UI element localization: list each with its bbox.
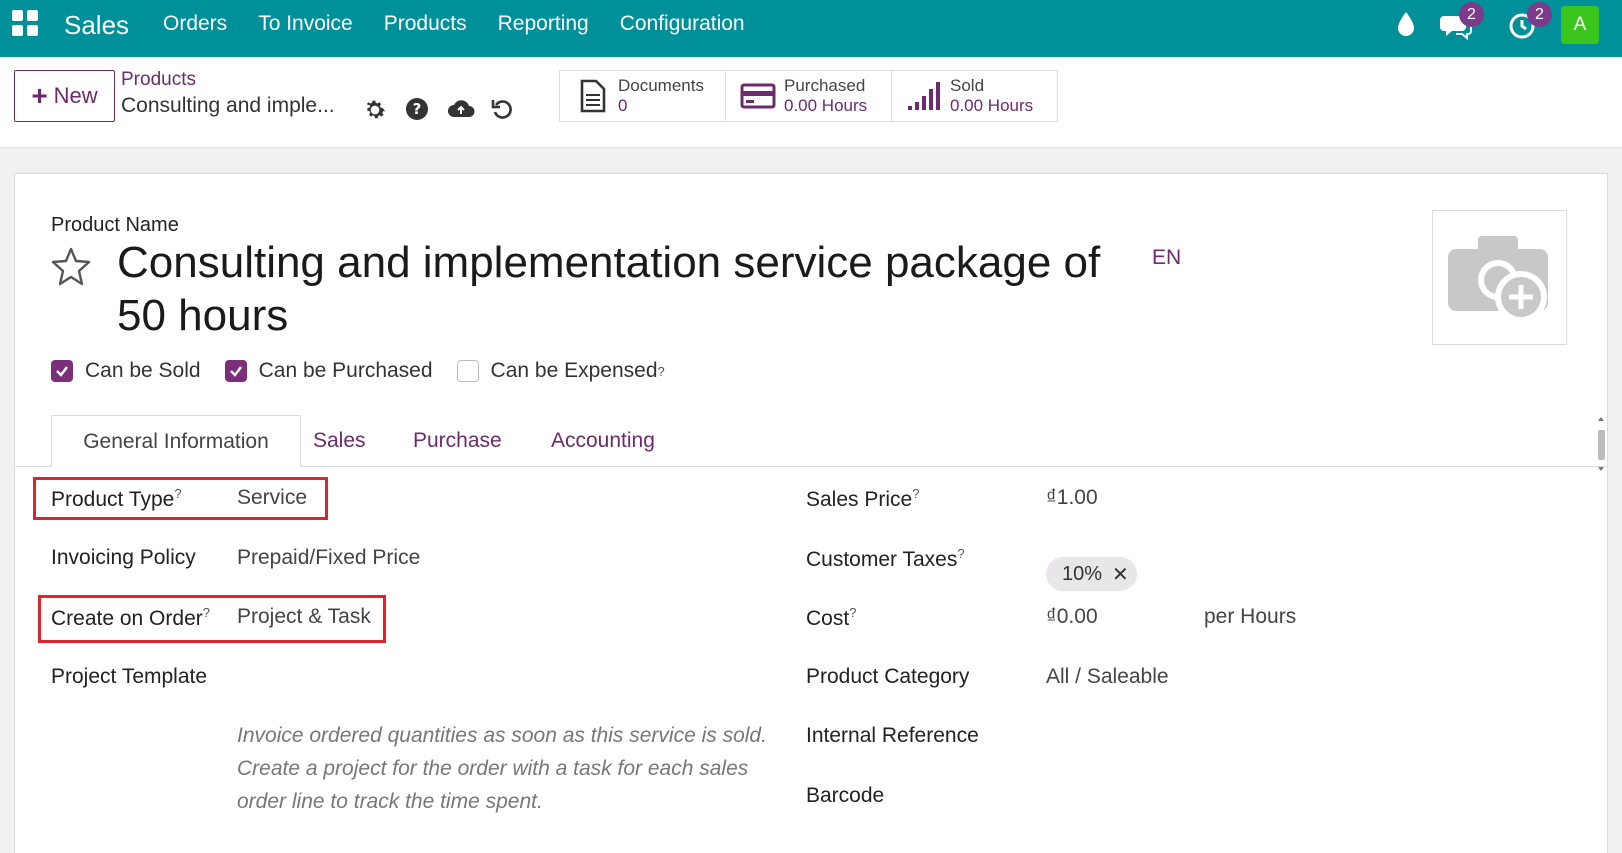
invoicing-policy-select[interactable]: Prepaid/Fixed Price [237, 546, 420, 570]
tab-purchase[interactable]: Purchase [413, 415, 502, 467]
activity-clock-icon[interactable]: 2 [1508, 2, 1552, 48]
menu-item-reporting[interactable]: Reporting [498, 12, 589, 36]
sales-price-input[interactable]: ₫1.00 [1046, 486, 1098, 510]
cost-label: Cost? [806, 605, 857, 630]
internal-reference-label: Internal Reference [806, 724, 979, 747]
form-sheet: Product Name Consulting and implementati… [14, 173, 1608, 853]
sales-price-label: Sales Price? [806, 486, 920, 511]
help-tooltip-marker[interactable]: ? [849, 605, 856, 620]
product-category-label: Product Category [806, 665, 970, 688]
svg-text:?: ? [413, 100, 422, 118]
barcode-input[interactable] [1046, 784, 1446, 812]
internal-reference-input[interactable] [1046, 724, 1446, 752]
tax-tag-label: 10% [1062, 562, 1103, 585]
sold-value: 0.00 Hours [950, 96, 1034, 115]
tabs-scrollbar[interactable] [1595, 414, 1607, 474]
menu-item-to-invoice[interactable]: To Invoice [258, 12, 353, 36]
tax-tag: 10% ✕ [1046, 557, 1137, 591]
product-name-label: Product Name [51, 214, 179, 236]
breadcrumb-current: Consulting and imple... [121, 94, 335, 117]
highlight-product-type [33, 477, 328, 520]
can-be-expensed-checkbox[interactable]: Can be Expensed? [456, 359, 665, 383]
signal-bars-icon [908, 82, 940, 110]
product-name-field[interactable]: Consulting and implementation service pa… [117, 236, 1107, 342]
new-button[interactable]: + New [14, 70, 115, 122]
purchased-value: 0.00 Hours [784, 96, 868, 115]
plus-icon: + [31, 80, 48, 111]
checkbox-unchecked-icon [456, 360, 479, 382]
favorite-star-icon[interactable] [51, 246, 91, 286]
main-menu: Orders To Invoice Products Reporting Con… [163, 12, 776, 36]
menu-item-configuration[interactable]: Configuration [620, 12, 745, 36]
project-template-field[interactable] [237, 665, 637, 693]
cost-input[interactable]: ₫0.00 [1046, 605, 1098, 629]
tab-general-information[interactable]: General Information [51, 415, 301, 467]
tab-sales[interactable]: Sales [313, 415, 366, 467]
product-flags: Can be Sold Can be Purchased Can be Expe… [51, 359, 689, 383]
help-tooltip-marker[interactable]: ? [912, 486, 919, 501]
can-be-purchased-label: Can be Purchased [258, 359, 433, 382]
purchased-label: Purchased [784, 76, 866, 95]
cloud-upload-icon[interactable] [447, 97, 475, 123]
barcode-label: Barcode [806, 784, 885, 807]
app-name[interactable]: Sales [64, 10, 129, 41]
discard-icon[interactable] [490, 97, 516, 123]
new-button-label: New [53, 83, 98, 108]
user-avatar[interactable]: A [1561, 6, 1599, 44]
credit-card-icon [740, 83, 776, 109]
messages-badge: 2 [1459, 2, 1484, 27]
help-tooltip-marker[interactable]: ? [957, 546, 964, 561]
can-be-purchased-checkbox[interactable]: Can be Purchased [224, 359, 433, 383]
documents-value: 0 [618, 96, 628, 115]
checkbox-checked-icon [51, 360, 73, 382]
invoicing-policy-label: Invoicing Policy [51, 546, 196, 569]
can-be-sold-checkbox[interactable]: Can be Sold [51, 359, 201, 383]
product-image-upload[interactable] [1432, 210, 1567, 345]
top-navbar: Sales Orders To Invoice Products Reporti… [0, 0, 1622, 57]
tab-accounting[interactable]: Accounting [551, 415, 655, 467]
service-policy-help-text: Invoice ordered quantities as soon as th… [237, 724, 767, 813]
customer-taxes-label: Customer Taxes? [806, 546, 965, 571]
sold-label: Sold [950, 76, 985, 95]
help-tooltip-marker[interactable]: ? [658, 364, 665, 379]
menu-item-products[interactable]: Products [384, 12, 467, 36]
messages-icon[interactable]: 2 [1440, 2, 1484, 48]
camera-plus-icon [1448, 236, 1548, 323]
control-panel: + New Products Consulting and imple... ?… [0, 57, 1622, 148]
menu-item-orders[interactable]: Orders [163, 12, 227, 36]
gear-icon[interactable] [362, 97, 388, 123]
sold-smart-button[interactable]: Sold 0.00 Hours [891, 70, 1058, 122]
help-icon[interactable]: ? [405, 97, 431, 123]
documents-smart-button[interactable]: Documents 0 [559, 70, 726, 122]
activities-badge: 2 [1527, 2, 1552, 27]
apps-menu-icon[interactable] [12, 10, 38, 36]
cost-uom-label: per Hours [1204, 605, 1297, 628]
product-category-select[interactable]: All / Saleable [1046, 665, 1169, 689]
purchased-smart-button[interactable]: Purchased 0.00 Hours [725, 70, 892, 122]
can-be-sold-label: Can be Sold [85, 359, 201, 382]
can-be-expensed-label: Can be Expensed [490, 359, 658, 382]
project-template-label: Project Template [51, 665, 208, 688]
document-icon [580, 79, 606, 113]
remove-tag-icon[interactable]: ✕ [1112, 562, 1129, 587]
scrollbar-thumb[interactable] [1598, 430, 1605, 460]
language-button[interactable]: EN [1152, 246, 1181, 270]
breadcrumb-products-link[interactable]: Products [121, 69, 196, 91]
documents-label: Documents [618, 76, 704, 95]
droplet-icon[interactable] [1388, 8, 1424, 48]
checkbox-checked-icon [224, 360, 247, 382]
highlight-create-on-order [38, 595, 386, 643]
